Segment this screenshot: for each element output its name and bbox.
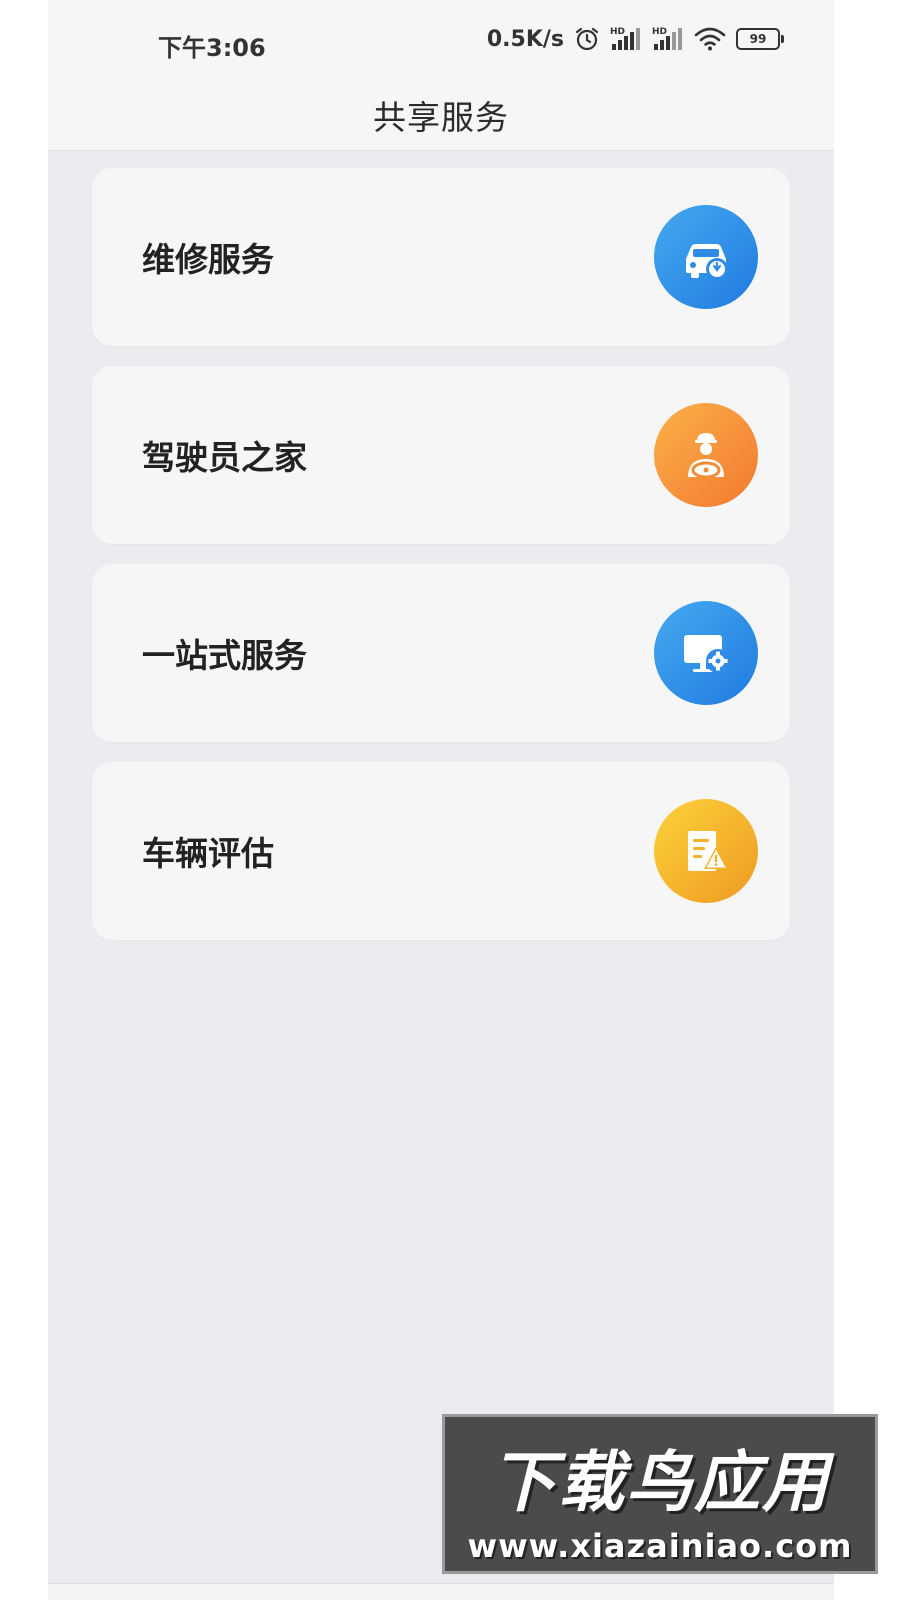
battery-icon: 99 (736, 28, 784, 50)
signal-hd-icon: HD (610, 26, 642, 52)
monitor-gear-icon (654, 601, 758, 705)
wifi-icon (694, 26, 726, 52)
signal-hd-tag: HD (610, 27, 625, 37)
status-bar: 下午3:06 0.5K/s HD HD 99 (48, 0, 834, 80)
service-label: 一站式服务 (142, 636, 307, 675)
service-label: 驾驶员之家 (142, 438, 307, 477)
service-label: 车辆评估 (142, 834, 274, 873)
driver-icon (654, 403, 758, 507)
service-card-one-stop[interactable]: 一站式服务 (92, 564, 790, 742)
signal-hd-icon-2: HD (652, 26, 684, 52)
car-repair-icon (654, 205, 758, 309)
bottom-nav (48, 1583, 834, 1600)
signal-hd-tag-2: HD (652, 27, 667, 37)
watermark: 下载鸟应用 www.xiazainiao.com (442, 1414, 878, 1574)
report-warning-icon (654, 799, 758, 903)
page-title: 共享服务 (373, 98, 509, 137)
watermark-url: www.xiazainiao.com (467, 1527, 853, 1565)
status-time: 下午3:06 (158, 34, 266, 62)
service-card-vehicle-evaluation[interactable]: 车辆评估 (92, 762, 790, 940)
service-label: 维修服务 (142, 240, 274, 279)
net-speed: 0.5K/s (486, 26, 564, 52)
header: 共享服务 (48, 80, 834, 151)
status-icons: 0.5K/s HD HD 99 (487, 26, 784, 52)
service-card-repair[interactable]: 维修服务 (92, 168, 790, 346)
alarm-icon (574, 26, 600, 52)
app-screen: 下午3:06 0.5K/s HD HD 99 共享服务 维修服务 驾驶员之家 一… (48, 0, 834, 1600)
watermark-title: 下载鸟应用 (490, 1444, 830, 1521)
battery-level: 99 (736, 28, 780, 50)
service-card-driver-home[interactable]: 驾驶员之家 (92, 366, 790, 544)
